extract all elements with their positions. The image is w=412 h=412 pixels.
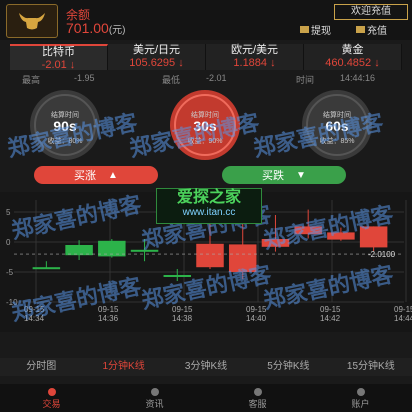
candle-body [163, 275, 192, 277]
ticker-eurusd[interactable]: 欧元/美元 1.1884 ↓ [206, 44, 304, 70]
x-tick-date: 09-15 [394, 305, 412, 314]
nav-news[interactable]: 资讯 [103, 384, 206, 412]
ticker-tabs: 比特币 -2.01 ↓ 美元/日元 105.6295 ↓ 欧元/美元 1.1884 ↓… [10, 44, 402, 71]
nav-service[interactable]: 客服 [206, 384, 309, 412]
welcome-recharge-badge[interactable]: 欢迎充值 [334, 4, 408, 20]
tab-3min[interactable]: 3分钟K线 [165, 358, 247, 376]
buy-fall-button[interactable]: 买跌 ▼ [222, 166, 346, 184]
x-tick-time: 14:34 [24, 314, 45, 323]
candle-body [261, 239, 290, 247]
candle-body [359, 226, 388, 248]
trade-icon [47, 388, 56, 396]
site-url: www.itan.cc [182, 207, 236, 218]
wallet-icon [300, 26, 309, 33]
withdraw-button[interactable]: 提现 [300, 22, 331, 37]
arrow-up-icon: ▲ [108, 169, 118, 181]
last-price-label: -2.0100 [368, 250, 396, 259]
time-label: 时间 [296, 75, 315, 85]
interval-tabs: 分时图 1分钟K线 3分钟K线 5分钟K线 15分钟K线 [0, 358, 412, 376]
tab-timeshare[interactable]: 分时图 [0, 358, 82, 376]
x-tick-date: 09-15 [320, 305, 341, 314]
candle-body [196, 243, 224, 268]
ticker-gold[interactable]: 黄金 460.4852 ↓ [304, 44, 402, 70]
low-label: 最低 [162, 75, 181, 85]
x-tick-time: 14:38 [172, 314, 193, 323]
nav-account[interactable]: 账户 [309, 384, 412, 412]
duration-dial-60s[interactable]: 结算时间 60s 收益：85% [302, 90, 372, 160]
duration-dial-30s[interactable]: 结算时间 30s 收益：90% [170, 90, 240, 160]
tab-5min[interactable]: 5分钟K线 [247, 358, 329, 376]
x-tick-time: 14:36 [98, 314, 119, 323]
y-tick-label: -10 [6, 298, 18, 307]
candle-body [228, 244, 257, 272]
x-tick-time: 14:44 [394, 314, 412, 323]
candle-body [294, 226, 322, 235]
high-label: 最高 [22, 75, 41, 85]
y-tick-label: 0 [6, 238, 11, 247]
candle-body [32, 267, 61, 270]
x-tick-date: 09-15 [172, 305, 193, 314]
x-tick-time: 14:42 [320, 314, 341, 323]
account-icon [356, 388, 365, 396]
ticker-usdjpy[interactable]: 美元/日元 105.6295 ↓ [108, 44, 206, 70]
x-tick-date: 09-15 [246, 305, 267, 314]
price-stats: 最高 -1.95 最低 -2.01 时间 14:44:16 [0, 70, 412, 86]
arrow-down-icon: ▼ [296, 169, 306, 181]
tab-1min[interactable]: 1分钟K线 [82, 358, 164, 376]
bull-logo-icon [6, 4, 58, 38]
x-tick-date: 09-15 [98, 305, 119, 314]
high-value: -1.95 [74, 73, 95, 83]
site-logo: 爱探之家 www.itan.cc [156, 188, 262, 224]
card-icon [356, 26, 365, 33]
time-value: 14:44:16 [340, 73, 376, 83]
y-tick-label: 5 [6, 208, 11, 217]
balance-value: 701.00(元) [66, 20, 126, 36]
candle-body [65, 245, 93, 256]
candle-body [130, 249, 159, 252]
candle-body [327, 232, 355, 240]
tab-15min[interactable]: 15分钟K线 [330, 358, 412, 376]
bottom-nav: 交易 资讯 客服 账户 [0, 384, 412, 412]
buy-rise-button[interactable]: 买涨 ▲ [34, 166, 158, 184]
x-tick-time: 14:40 [246, 314, 267, 323]
site-title: 爱探之家 [176, 189, 241, 206]
duration-dial-90s[interactable]: 结算时间 90s 收益：80% [30, 90, 100, 160]
nav-trade[interactable]: 交易 [0, 384, 103, 412]
news-icon [150, 388, 159, 396]
x-tick-date: 09-15 [24, 305, 45, 314]
balance-unit: (元) [108, 25, 126, 36]
y-tick-label: -5 [6, 268, 14, 277]
recharge-button[interactable]: 充值 [356, 22, 387, 37]
low-value: -2.01 [206, 73, 227, 83]
ticker-btc[interactable]: 比特币 -2.01 ↓ [10, 44, 108, 71]
service-icon [253, 388, 262, 396]
